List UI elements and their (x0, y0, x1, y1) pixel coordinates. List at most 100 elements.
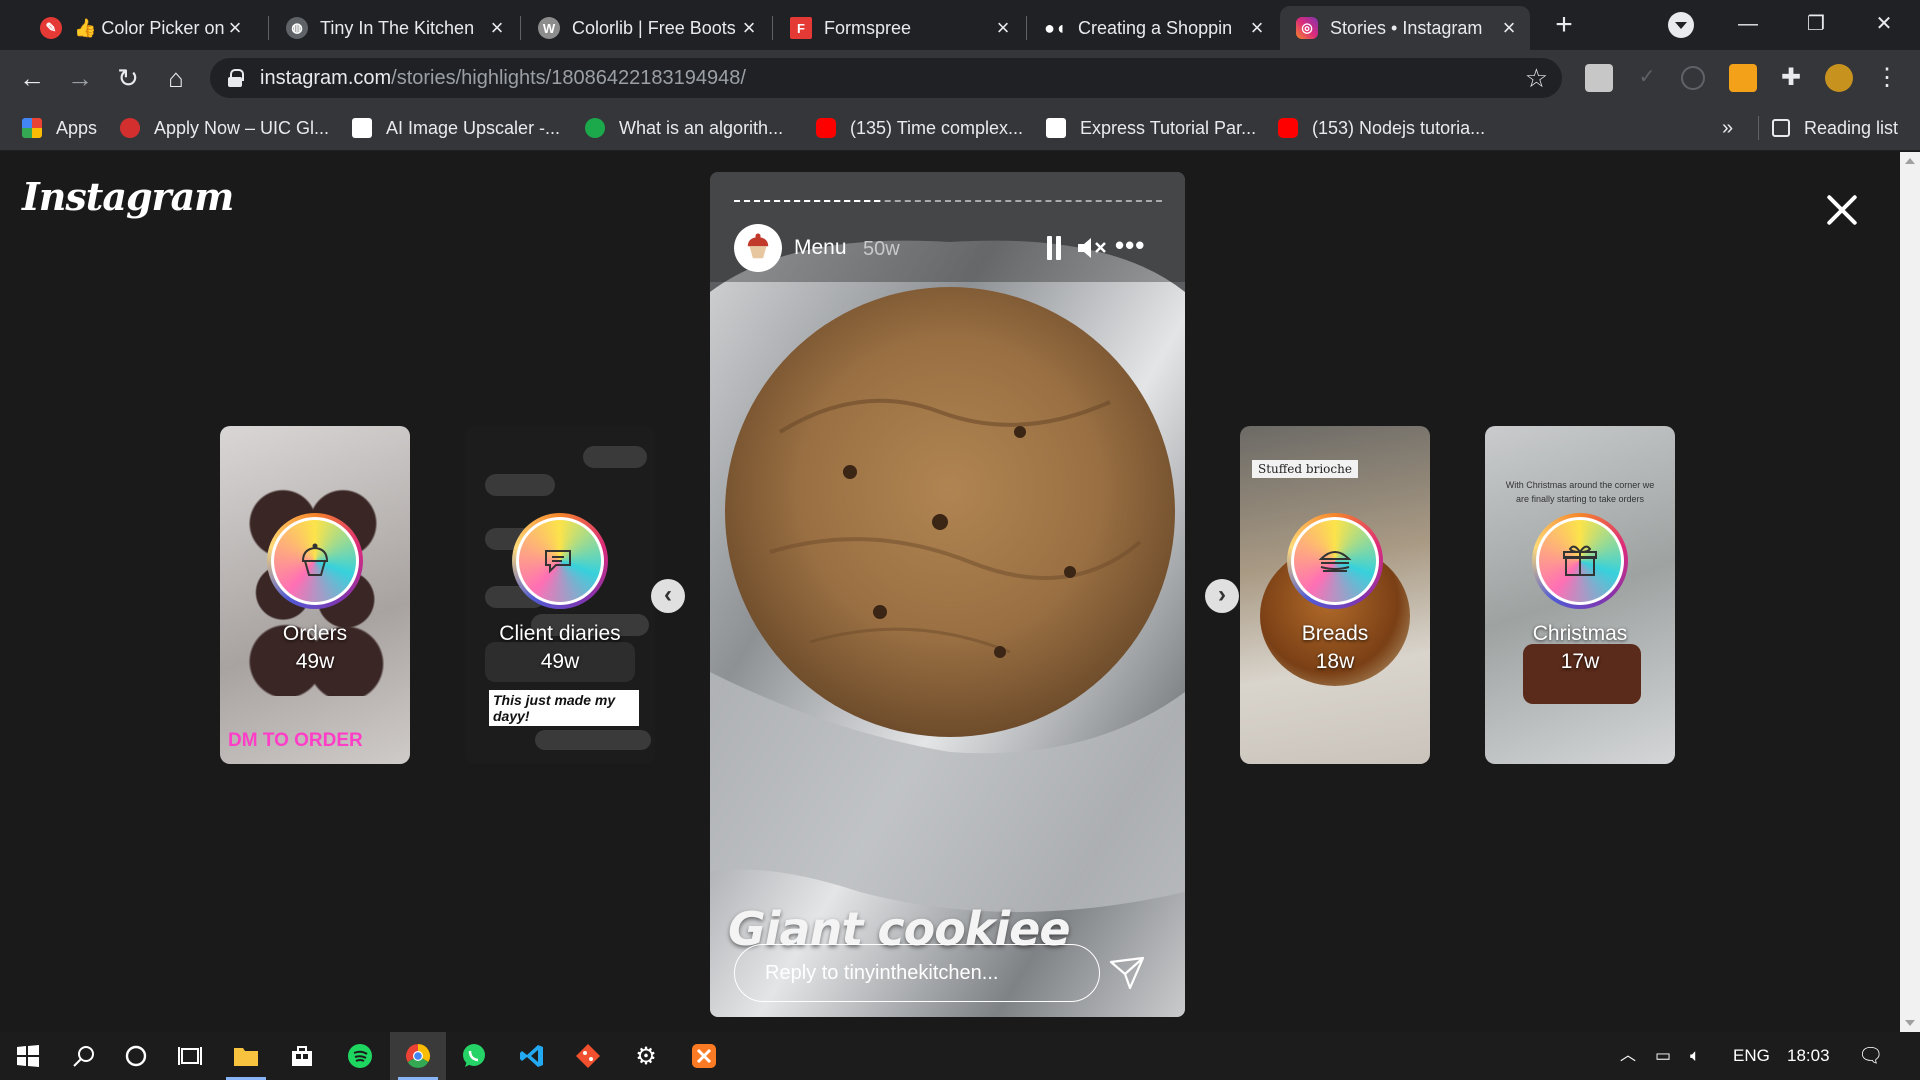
extension-icon[interactable]: ✓ (1633, 64, 1661, 92)
menu-icon[interactable]: ⋮ (1873, 64, 1901, 92)
task-view-button[interactable] (162, 1032, 218, 1080)
close-window-button[interactable]: ✕ (1864, 6, 1904, 42)
git-icon (576, 1044, 600, 1068)
tab-color-picker[interactable]: ✎ 👍 Color Picker onli × (24, 6, 256, 50)
story-viewer[interactable]: Menu 50w ••• Giant cookiee (710, 172, 1185, 1017)
reading-list-button[interactable]: Reading list (1772, 105, 1898, 151)
story-progress-bar (734, 200, 1162, 202)
forward-button[interactable]: → (60, 58, 100, 98)
close-icon[interactable]: × (1498, 17, 1520, 39)
task-view-icon (178, 1047, 202, 1065)
puzzle-icon[interactable]: ✚ (1777, 64, 1805, 92)
minimize-button[interactable]: — (1728, 6, 1768, 42)
settings-button[interactable]: ⚙ (618, 1032, 674, 1080)
close-story-button[interactable] (1822, 190, 1862, 230)
youtube-icon (816, 118, 836, 138)
show-hidden-icons-button[interactable]: ︿ (1620, 1032, 1636, 1080)
page-scrollbar[interactable] (1900, 152, 1920, 1032)
previous-story-button[interactable]: ‹ (651, 579, 685, 613)
close-icon[interactable]: × (486, 17, 508, 39)
extension-icon[interactable] (1729, 64, 1757, 92)
next-story-button[interactable]: › (1205, 579, 1239, 613)
pause-button[interactable] (1046, 236, 1062, 260)
url-text[interactable]: instagram.com/stories/highlights/1808642… (260, 58, 746, 98)
language-indicator[interactable]: ENG (1733, 1032, 1770, 1080)
bookmark-item[interactable]: Express Tutorial Par... (1046, 105, 1256, 151)
restore-button[interactable]: ❐ (1796, 6, 1836, 42)
reload-button[interactable]: ↻ (108, 58, 148, 98)
battery-icon[interactable]: ▭ (1655, 1032, 1671, 1080)
story-overlay-text: Stuffed brioche (1252, 460, 1358, 478)
avatar[interactable] (1825, 64, 1853, 92)
lock-icon[interactable] (228, 69, 244, 87)
bookmark-item[interactable]: What is an algorith... (585, 105, 783, 151)
reading-list-icon (1772, 119, 1790, 137)
volume-icon[interactable]: 🔈︎ (1690, 1032, 1700, 1080)
more-options-button[interactable]: ••• (1115, 230, 1145, 261)
cortana-button[interactable] (108, 1032, 164, 1080)
send-icon[interactable] (1108, 954, 1146, 992)
whatsapp-button[interactable] (446, 1032, 502, 1080)
reply-input[interactable] (734, 944, 1100, 1002)
highlight-name: Orders (282, 622, 348, 645)
story-image (710, 172, 1185, 1017)
tab-formspree[interactable]: F Formspree × (774, 6, 1024, 50)
highlight-age: 49w (295, 650, 335, 673)
bookmark-apps[interactable]: Apps (22, 105, 97, 151)
store-button[interactable] (274, 1032, 330, 1080)
tab-instagram-stories[interactable]: ◎ Stories • Instagram × (1280, 6, 1530, 50)
git-button[interactable] (560, 1032, 616, 1080)
bookmark-item[interactable]: AI Image Upscaler -... (352, 105, 560, 151)
extension-icon[interactable] (1585, 64, 1613, 92)
new-tab-button[interactable]: + (1548, 10, 1580, 42)
instagram-logo[interactable]: Instagram (22, 174, 234, 219)
vscode-button[interactable] (504, 1032, 560, 1080)
highlight-breads[interactable]: Stuffed brioche Breads 18w (1240, 426, 1430, 764)
express-icon (1046, 118, 1066, 138)
highlight-name: Client diaries (499, 622, 621, 645)
notification-icon[interactable]: 🗨︎ (1858, 1032, 1883, 1080)
clock[interactable]: 18:03 (1787, 1032, 1830, 1080)
close-icon[interactable]: × (1246, 17, 1268, 39)
close-icon[interactable]: × (224, 17, 246, 39)
highlight-orders[interactable]: DM TO ORDER Orders 49w (220, 426, 410, 764)
xampp-icon (692, 1044, 716, 1068)
extension-icon[interactable] (1681, 66, 1705, 90)
spotify-button[interactable] (332, 1032, 388, 1080)
bookmark-item[interactable]: Apply Now – UIC Gl... (120, 105, 329, 151)
story-age: 50w (863, 238, 900, 260)
tab-creating-shopping[interactable]: ●◖ Creating a Shoppin × (1028, 6, 1278, 50)
story-username[interactable]: Menu (794, 236, 847, 260)
start-button[interactable] (0, 1032, 56, 1080)
highlight-christmas[interactable]: With Christmas around the corner we are … (1485, 426, 1675, 764)
instagram-icon: ◎ (1296, 17, 1318, 39)
formspree-icon: F (790, 17, 812, 39)
profile-avatar[interactable] (734, 224, 782, 272)
wordpress-icon: W (538, 17, 560, 39)
file-explorer-button[interactable] (218, 1032, 274, 1080)
close-icon[interactable]: × (992, 17, 1014, 39)
search-button[interactable] (56, 1032, 112, 1080)
back-button[interactable]: ← (12, 58, 52, 98)
highlight-ring (512, 513, 608, 609)
tab-tiny-in-the-kitchen[interactable]: ◍ Tiny In The Kitchen × (270, 6, 518, 50)
highlight-client-diaries[interactable]: This just made my dayy! Client diaries 4… (465, 426, 655, 764)
chrome-button[interactable] (390, 1032, 446, 1080)
xampp-button[interactable] (676, 1032, 732, 1080)
chat-icon (545, 550, 571, 574)
mute-button[interactable] (1076, 234, 1108, 262)
bookmark-item[interactable]: (135) Time complex... (816, 105, 1023, 151)
address-bar[interactable]: instagram.com/stories/highlights/1808642… (210, 58, 1562, 98)
bookmark-item[interactable]: (153) Nodejs tutoria... (1278, 105, 1485, 151)
close-icon[interactable]: × (738, 17, 760, 39)
more-bookmarks-button[interactable]: » (1722, 105, 1733, 151)
search-icon (73, 1046, 94, 1067)
highlight-name: Christmas (1532, 622, 1628, 645)
tab-search-button[interactable] (1668, 12, 1694, 38)
tab-colorlib[interactable]: W Colorlib | Free Boots × (522, 6, 770, 50)
tab-title: Stories • Instagram (1330, 17, 1483, 38)
bookmark-star-icon[interactable]: ☆ (1525, 63, 1548, 94)
browser-toolbar: ← → ↻ ⌂ instagram.com/stories/highlights… (0, 50, 1920, 105)
home-button[interactable]: ⌂ (156, 58, 196, 98)
windows-icon (17, 1045, 39, 1067)
